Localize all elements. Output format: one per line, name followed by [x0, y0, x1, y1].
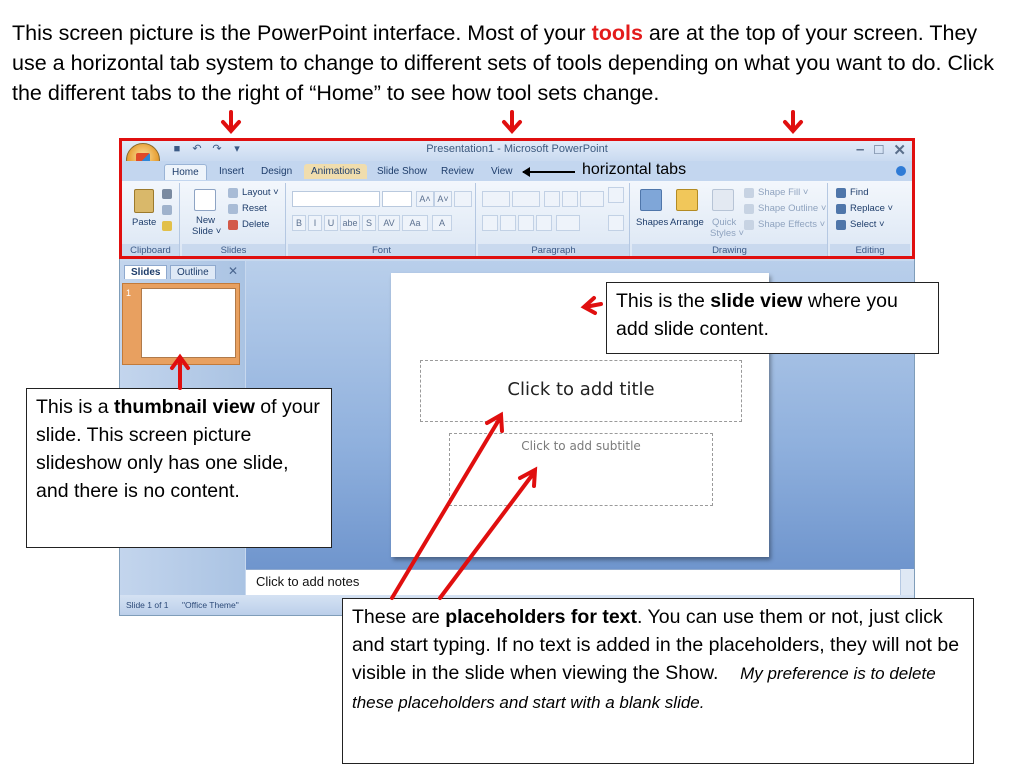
annotation-arrows — [170, 110, 803, 600]
arrow-title-placeholder — [390, 416, 502, 600]
